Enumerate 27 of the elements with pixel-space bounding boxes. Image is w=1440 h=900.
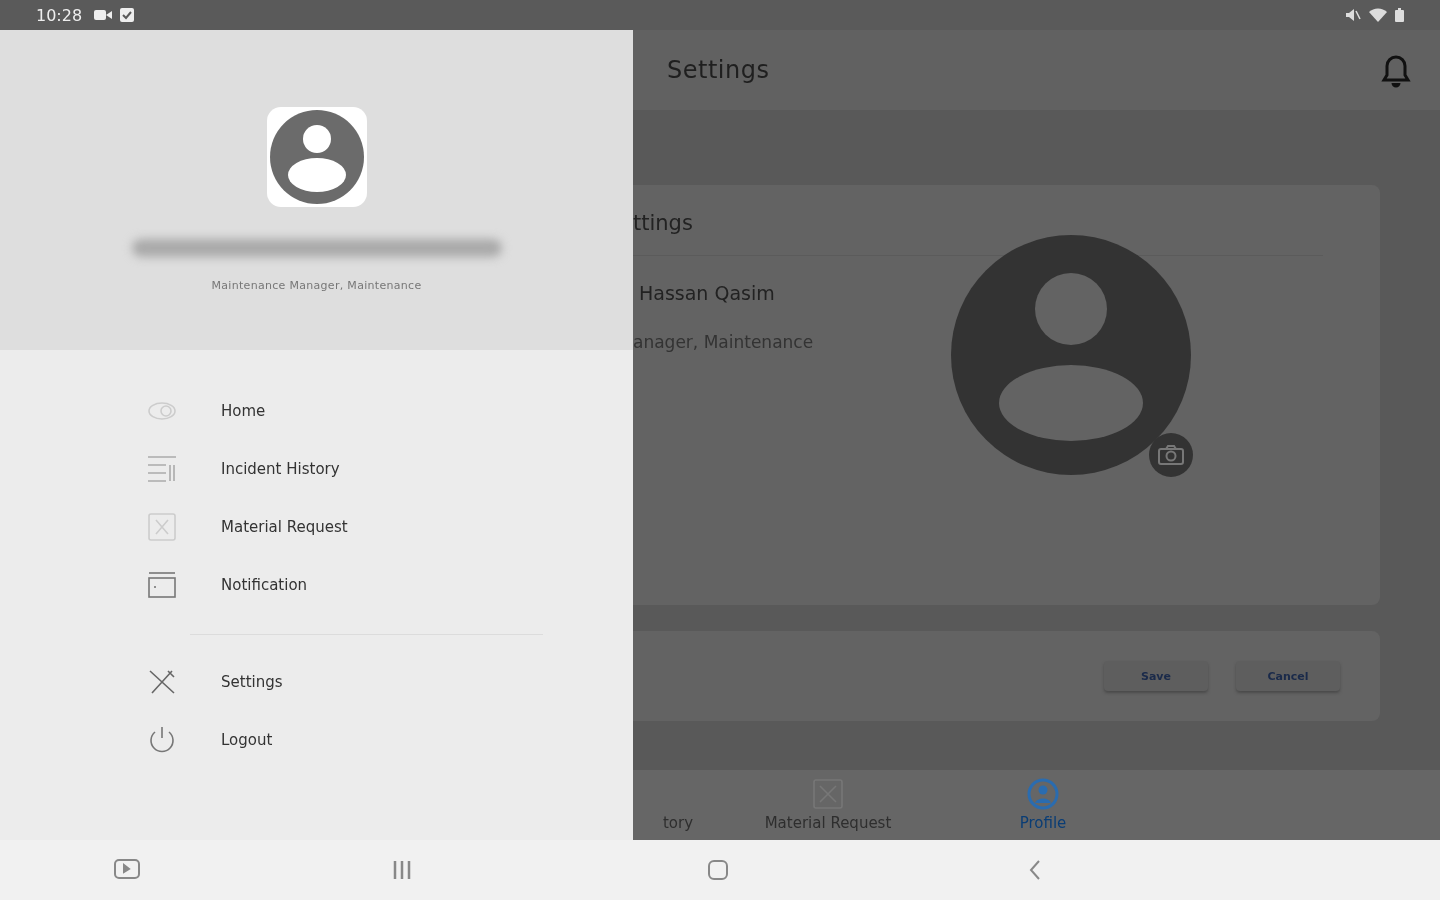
checkbox-icon xyxy=(120,8,135,22)
window-icon xyxy=(146,570,178,600)
menu-item[interactable]: Home xyxy=(145,382,633,440)
wifi-icon xyxy=(1369,8,1387,22)
menu-item[interactable]: Settings xyxy=(145,653,633,711)
status-time: 10:28 xyxy=(36,5,83,25)
card-title: ttings xyxy=(633,211,694,235)
camera-icon xyxy=(1158,445,1184,465)
menu-item[interactable]: Notification xyxy=(145,556,633,614)
battery-icon xyxy=(1395,8,1404,22)
home-icon[interactable] xyxy=(707,859,729,881)
menu-item[interactable]: Logout xyxy=(145,711,633,769)
video-icon xyxy=(94,9,113,21)
list-icon xyxy=(146,454,178,484)
user-name: Hassan Qasim xyxy=(638,282,776,304)
screen-title: Settings xyxy=(667,56,770,84)
mute-icon xyxy=(1345,8,1361,22)
user-role: Maintenance Manager, Maintenance xyxy=(211,279,422,292)
menu-item[interactable]: Material Request xyxy=(145,498,633,556)
avatar-icon xyxy=(268,109,365,205)
screen-icon[interactable] xyxy=(113,858,141,882)
camera-button[interactable] xyxy=(1149,433,1193,477)
clipboard-icon xyxy=(146,512,178,542)
recents-icon[interactable] xyxy=(392,860,412,880)
back-icon[interactable] xyxy=(1027,859,1043,881)
menu-item[interactable]: Incident History xyxy=(145,440,633,498)
profile-icon xyxy=(1027,778,1059,810)
